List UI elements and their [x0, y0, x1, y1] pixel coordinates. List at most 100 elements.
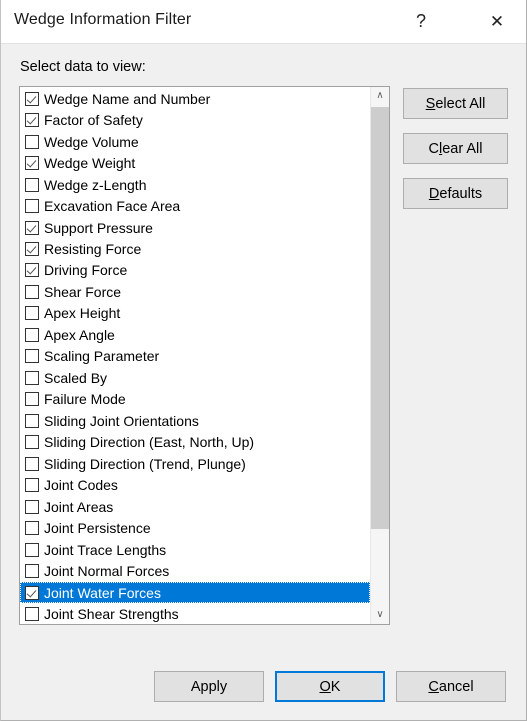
- list-item-label: Joint Codes: [44, 477, 118, 494]
- checkbox-unchecked-icon[interactable]: [25, 349, 39, 364]
- list-item[interactable]: Sliding Direction (East, North, Up): [20, 432, 370, 453]
- list-item[interactable]: Failure Mode: [20, 389, 370, 410]
- checkbox-checked-icon[interactable]: [25, 242, 39, 257]
- checkbox-unchecked-icon[interactable]: [25, 392, 39, 407]
- listbox-scrollbar[interactable]: ∧ ∨: [370, 87, 389, 624]
- list-item-label: Joint Trace Lengths: [44, 541, 167, 558]
- list-item-label: Wedge z-Length: [44, 176, 147, 193]
- list-item[interactable]: Joint Water Forces: [20, 581, 370, 604]
- checkbox-checked-icon[interactable]: [25, 113, 39, 128]
- list-item-label: Shear Force: [44, 283, 122, 300]
- checkbox-unchecked-icon[interactable]: [25, 370, 39, 385]
- accelerator-key: D: [428, 185, 440, 202]
- checkbox-unchecked-icon[interactable]: [25, 413, 39, 428]
- checkbox-checked-icon[interactable]: [25, 220, 39, 235]
- checkbox-unchecked-icon[interactable]: [25, 177, 39, 192]
- close-icon: ✕: [489, 12, 505, 31]
- checkbox-unchecked-icon[interactable]: [25, 499, 39, 514]
- list-item-label: Joint Shear Strengths: [44, 605, 179, 622]
- list-item-label: Joint Persistence: [44, 520, 151, 537]
- list-item-label: Wedge Volume: [44, 133, 139, 150]
- defaults-button[interactable]: Defaults: [403, 178, 508, 209]
- list-item[interactable]: Wedge Volume: [20, 131, 370, 152]
- scroll-down-button[interactable]: ∨: [371, 606, 389, 624]
- clear-all-button[interactable]: Clear All: [403, 133, 508, 164]
- list-item-label: Sliding Joint Orientations: [44, 412, 199, 429]
- help-button[interactable]: ?: [398, 0, 444, 43]
- accelerator-key: S: [425, 95, 436, 112]
- list-item-label: Joint Areas: [44, 498, 114, 515]
- list-item[interactable]: Apex Angle: [20, 324, 370, 345]
- list-item-label: Sliding Direction (Trend, Plunge): [44, 455, 246, 472]
- window-title: Wedge Information Filter: [14, 11, 192, 28]
- list-item-label: Resisting Force: [44, 241, 142, 258]
- checkbox-unchecked-icon[interactable]: [25, 327, 39, 342]
- list-item-label: Apex Height: [44, 305, 121, 322]
- list-item-label: Joint Normal Forces: [44, 563, 170, 580]
- checkbox-checked-icon[interactable]: [25, 585, 39, 600]
- chevron-down-icon: ∨: [376, 609, 384, 620]
- list-item-label: Sliding Direction (East, North, Up): [44, 434, 255, 451]
- list-item[interactable]: Scaled By: [20, 367, 370, 388]
- list-item-label: Driving Force: [44, 262, 128, 279]
- checkbox-unchecked-icon[interactable]: [25, 134, 39, 149]
- wedge-information-filter-dialog: Wedge Information Filter ? ✕ Select data…: [0, 0, 527, 721]
- list-item[interactable]: Joint Persistence: [20, 517, 370, 538]
- list-item[interactable]: Joint Areas: [20, 496, 370, 517]
- list-item[interactable]: Joint Trace Lengths: [20, 539, 370, 560]
- checkbox-unchecked-icon[interactable]: [25, 521, 39, 536]
- checkbox-unchecked-icon[interactable]: [25, 478, 39, 493]
- list-item[interactable]: Wedge z-Length: [20, 174, 370, 195]
- scroll-up-button[interactable]: ∧: [371, 87, 389, 105]
- list-item[interactable]: Shear Force: [20, 281, 370, 302]
- list-item[interactable]: Scaling Parameter: [20, 346, 370, 367]
- list-item[interactable]: Resisting Force: [20, 238, 370, 259]
- select-data-label: Select data to view:: [20, 59, 146, 75]
- list-item[interactable]: Wedge Name and Number: [20, 88, 370, 109]
- apply-button[interactable]: Apply: [154, 671, 264, 702]
- accelerator-key: C: [428, 678, 439, 695]
- checkbox-unchecked-icon[interactable]: [25, 606, 39, 621]
- data-fields-listbox[interactable]: Wedge Name and Number Factor of Safety Wed…: [19, 86, 390, 625]
- list-item-label: Wedge Weight: [44, 155, 136, 172]
- checkbox-unchecked-icon[interactable]: [25, 306, 39, 321]
- checkbox-checked-icon[interactable]: [25, 263, 39, 278]
- list-item-label: Scaling Parameter: [44, 348, 160, 365]
- list-item-label: Apex Angle: [44, 326, 115, 343]
- ok-button[interactable]: OK: [275, 671, 385, 702]
- list-item[interactable]: Joint Normal Forces: [20, 560, 370, 581]
- checkbox-unchecked-icon[interactable]: [25, 542, 39, 557]
- help-icon: ?: [415, 11, 426, 31]
- title-bar: Wedge Information Filter ? ✕: [1, 0, 526, 44]
- checkbox-unchecked-icon[interactable]: [25, 435, 39, 450]
- list-item-label: Failure Mode: [44, 391, 126, 408]
- accelerator-key: O: [319, 678, 331, 695]
- list-item-label: Scaled By: [44, 369, 108, 386]
- list-item-label: Excavation Face Area: [44, 198, 181, 215]
- checkbox-unchecked-icon[interactable]: [25, 564, 39, 579]
- cancel-button[interactable]: Cancel: [396, 671, 506, 702]
- list-item[interactable]: Wedge Weight: [20, 152, 370, 173]
- scrollbar-thumb[interactable]: [371, 107, 389, 529]
- checkbox-checked-icon[interactable]: [25, 156, 39, 171]
- list-item[interactable]: Joint Shear Strengths: [20, 603, 370, 624]
- list-item-label: Support Pressure: [44, 219, 153, 236]
- checkbox-checked-icon[interactable]: [25, 91, 39, 106]
- checkbox-unchecked-icon[interactable]: [25, 284, 39, 299]
- chevron-up-icon: ∧: [376, 90, 384, 101]
- list-item[interactable]: Sliding Direction (Trend, Plunge): [20, 453, 370, 474]
- list-item[interactable]: Factor of Safety: [20, 109, 370, 130]
- list-item[interactable]: Joint Codes: [20, 474, 370, 495]
- list-item[interactable]: Support Pressure: [20, 217, 370, 238]
- data-fields-list: Wedge Name and Number Factor of Safety Wed…: [20, 88, 370, 624]
- list-item[interactable]: Sliding Joint Orientations: [20, 410, 370, 431]
- list-item[interactable]: Driving Force: [20, 260, 370, 281]
- list-item-label: Factor of Safety: [44, 112, 143, 129]
- list-item-label: Joint Water Forces: [44, 584, 161, 601]
- list-item[interactable]: Apex Height: [20, 303, 370, 324]
- list-item[interactable]: Excavation Face Area: [20, 195, 370, 216]
- checkbox-unchecked-icon[interactable]: [25, 456, 39, 471]
- checkbox-unchecked-icon[interactable]: [25, 199, 39, 214]
- close-button[interactable]: ✕: [474, 0, 520, 43]
- select-all-button[interactable]: Select All: [403, 88, 508, 119]
